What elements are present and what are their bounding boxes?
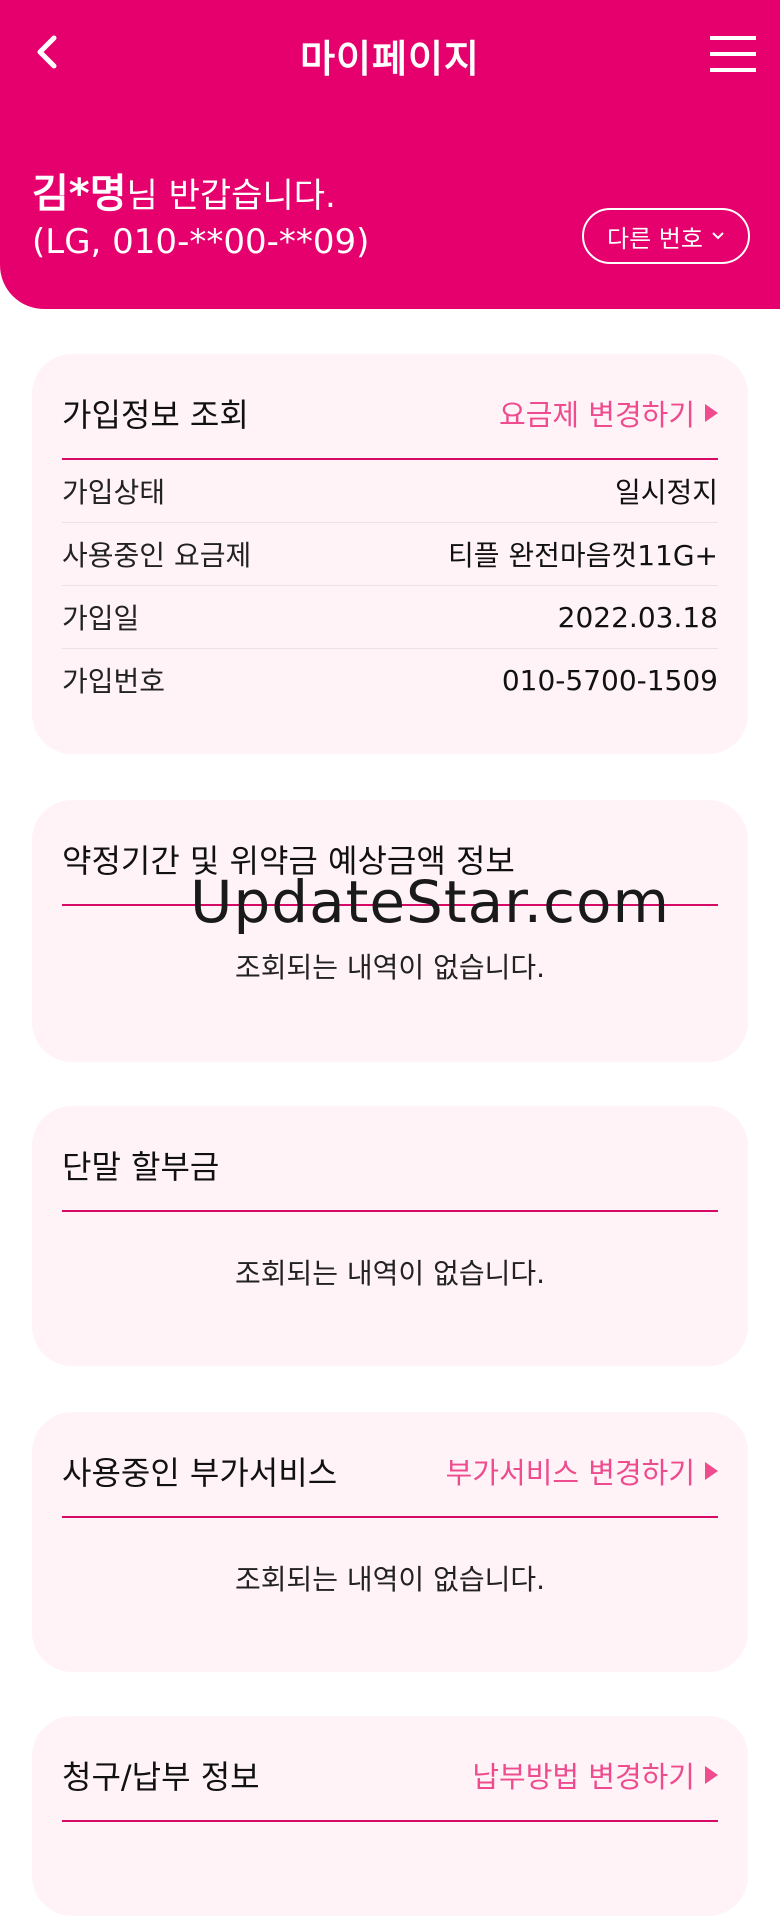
installment-card-header: 단말 할부금 xyxy=(62,1106,718,1212)
change-addon-label: 부가서비스 변경하기 xyxy=(445,1456,695,1490)
header: 마이페이지 김*명님 반갑습니다. (LG, 010-**00-**09) 다른… xyxy=(0,0,780,309)
info-label: 가입일 xyxy=(62,602,140,635)
change-plan-label: 요금제 변경하기 xyxy=(499,398,695,432)
info-value: 2022.03.18 xyxy=(557,600,718,634)
billing-card-title: 청구/납부 정보 xyxy=(62,1758,260,1796)
info-row: 가입번호 010-5700-1509 xyxy=(62,649,718,711)
triangle-right-icon xyxy=(705,404,718,422)
info-label: 가입번호 xyxy=(62,665,166,698)
installment-card-title: 단말 할부금 xyxy=(62,1148,220,1186)
greeting: 김*명님 반갑습니다. xyxy=(32,170,336,220)
contract-card-header: 약정기간 및 위약금 예상금액 정보 xyxy=(62,800,718,906)
change-plan-link[interactable]: 요금제 변경하기 xyxy=(499,392,718,434)
change-addon-link[interactable]: 부가서비스 변경하기 xyxy=(446,1450,718,1492)
subscription-card-title: 가입정보 조회 xyxy=(62,396,249,434)
billing-card: 청구/납부 정보 납부방법 변경하기 xyxy=(32,1716,748,1916)
info-value: 010-5700-1509 xyxy=(501,663,718,697)
user-name: 김*명 xyxy=(32,171,127,217)
empty-message: 조회되는 내역이 없습니다. xyxy=(234,1563,546,1596)
chevron-down-icon xyxy=(712,232,724,240)
billing-card-header: 청구/납부 정보 납부방법 변경하기 xyxy=(62,1716,718,1822)
switch-number-button[interactable]: 다른 번호 xyxy=(582,208,750,264)
triangle-right-icon xyxy=(705,1766,718,1784)
installment-card: 단말 할부금 조회되는 내역이 없습니다. xyxy=(32,1106,748,1366)
addon-card-header: 사용중인 부가서비스 부가서비스 변경하기 xyxy=(62,1412,718,1518)
subscription-card-header: 가입정보 조회 요금제 변경하기 xyxy=(62,354,718,460)
switch-number-label: 다른 번호 xyxy=(607,224,703,253)
triangle-right-icon xyxy=(705,1462,718,1480)
info-value: 일시정지 xyxy=(614,476,718,509)
contract-card: 약정기간 및 위약금 예상금액 정보 조회되는 내역이 없습니다. xyxy=(32,800,748,1062)
info-row: 사용중인 요금제 티플 완전마음껏11G+ xyxy=(62,523,718,586)
subscription-card: 가입정보 조회 요금제 변경하기 가입상태 일시정지 사용중인 요금제 티플 완… xyxy=(32,354,748,754)
info-value: 티플 완전마음껏11G+ xyxy=(447,539,718,572)
info-row: 가입일 2022.03.18 xyxy=(62,586,718,649)
contract-card-title: 약정기간 및 위약금 예상금액 정보 xyxy=(62,842,515,880)
info-label: 가입상태 xyxy=(62,476,166,509)
empty-message: 조회되는 내역이 없습니다. xyxy=(234,1257,546,1290)
addon-card: 사용중인 부가서비스 부가서비스 변경하기 조회되는 내역이 없습니다. xyxy=(32,1412,748,1672)
change-payment-link[interactable]: 납부방법 변경하기 xyxy=(472,1754,718,1796)
page-title: 마이페이지 xyxy=(300,37,480,81)
addon-card-title: 사용중인 부가서비스 xyxy=(62,1454,338,1492)
empty-message: 조회되는 내역이 없습니다. xyxy=(234,951,546,984)
info-label: 사용중인 요금제 xyxy=(62,539,252,572)
change-payment-label: 납부방법 변경하기 xyxy=(472,1760,695,1794)
menu-icon[interactable] xyxy=(708,32,758,76)
user-line-info: (LG, 010-**00-**09) xyxy=(32,222,370,262)
greeting-text: 님 반갑습니다. xyxy=(126,176,336,216)
info-row: 가입상태 일시정지 xyxy=(62,460,718,523)
